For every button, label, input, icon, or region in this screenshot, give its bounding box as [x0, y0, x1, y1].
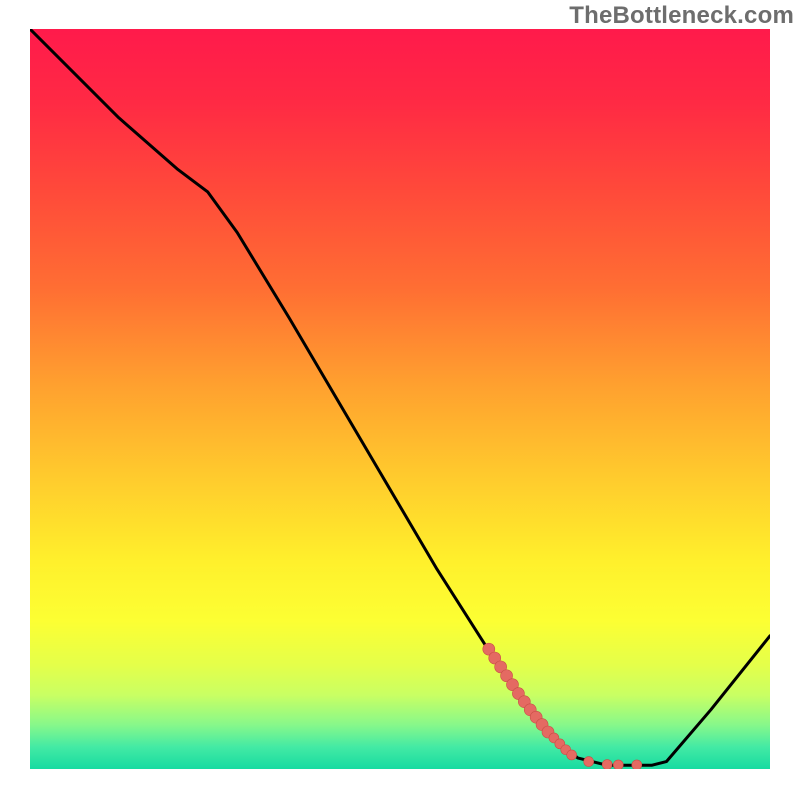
watermark-text: TheBottleneck.com [569, 2, 794, 30]
chart-marker [567, 750, 577, 760]
chart-marker [632, 760, 642, 769]
chart-marker [613, 760, 623, 769]
chart-marker [584, 757, 594, 767]
chart-svg [30, 29, 770, 769]
chart-marker [602, 760, 612, 769]
chart-plot-area [30, 29, 770, 769]
chart-background [30, 29, 770, 769]
chart-stage: TheBottleneck.com [0, 0, 800, 800]
